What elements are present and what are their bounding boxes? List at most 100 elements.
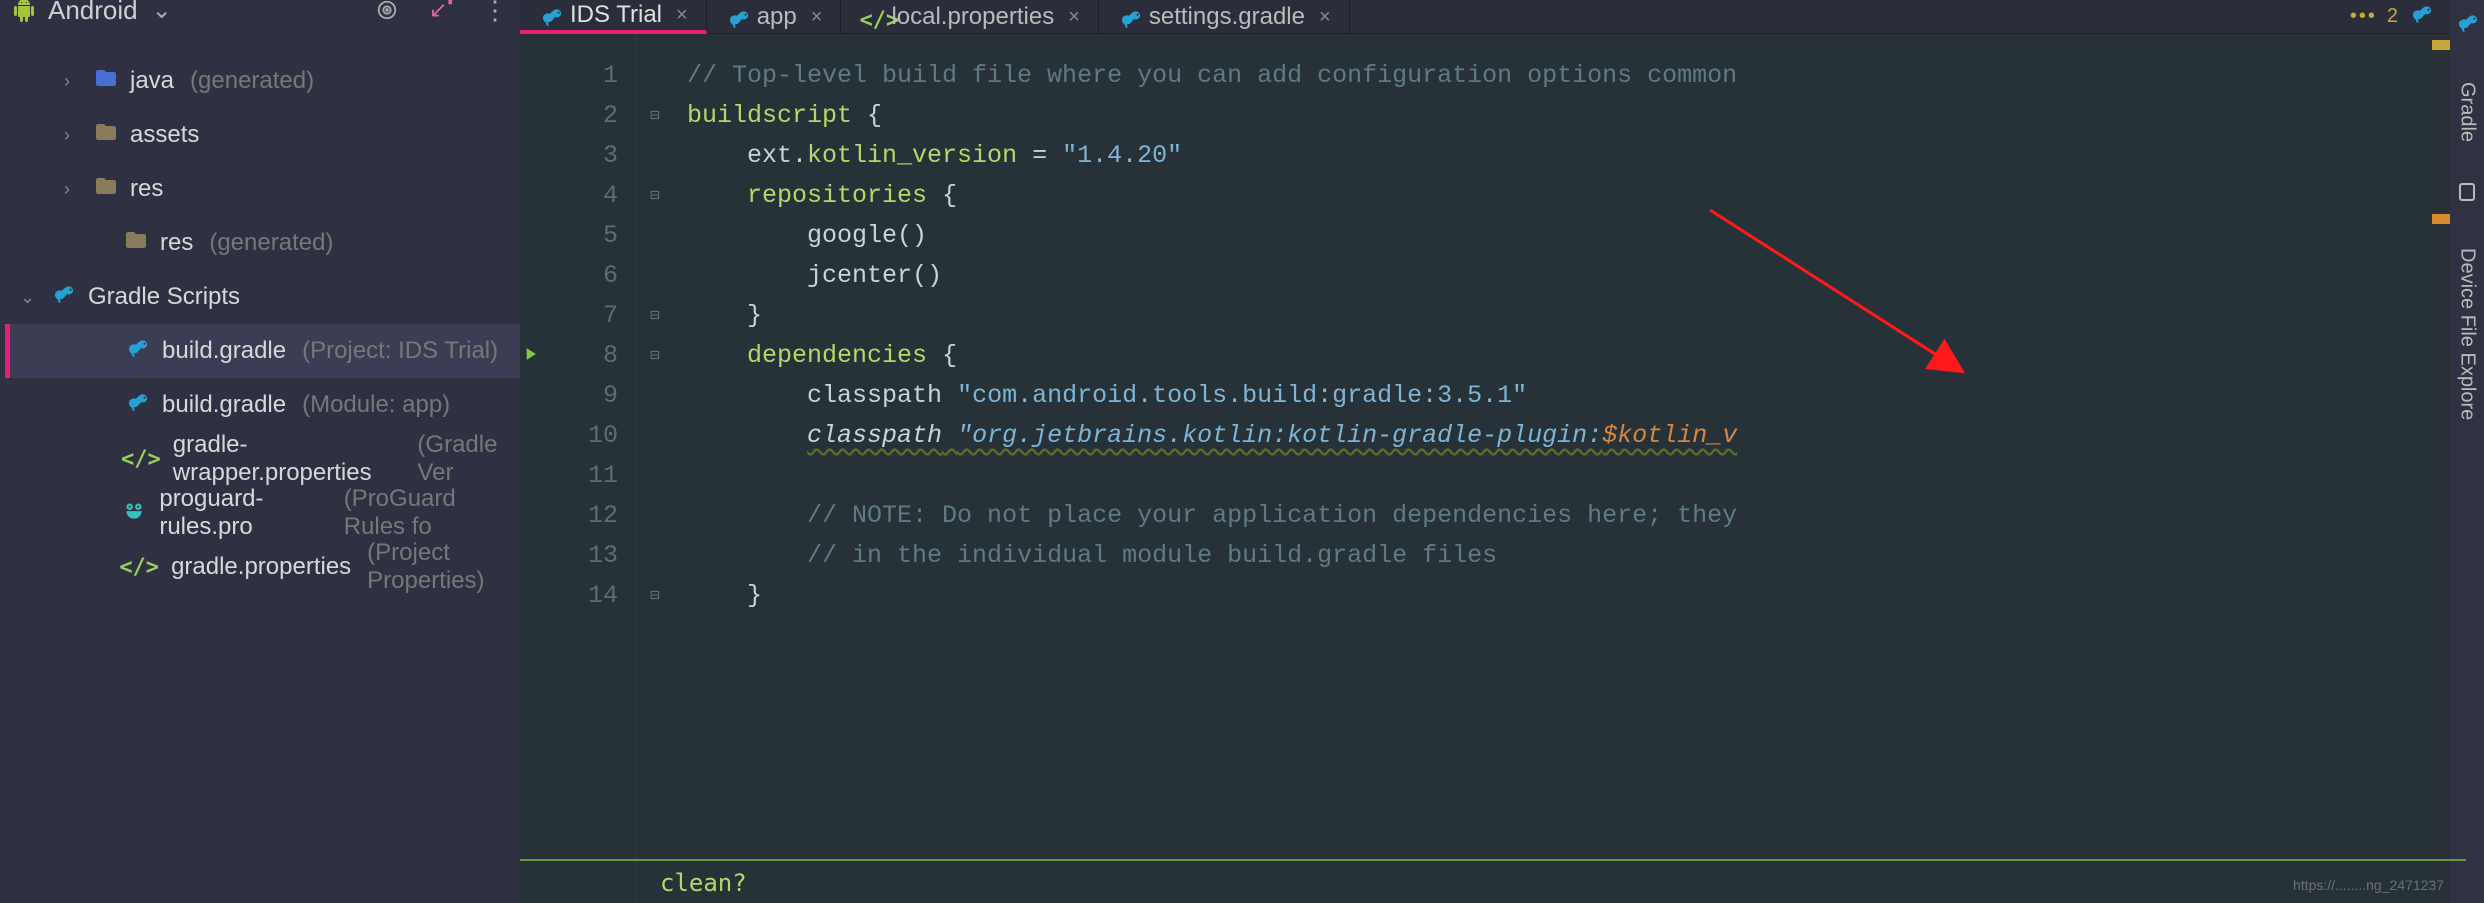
fold-toggle[interactable] <box>637 256 673 296</box>
fold-toggle[interactable] <box>637 376 673 416</box>
code-line[interactable]: classpath "org.jetbrains.kotlin:kotlin-g… <box>687 416 2436 456</box>
gradle-icon <box>124 335 150 368</box>
code-line[interactable] <box>687 456 2436 496</box>
code-line[interactable]: // in the individual module build.gradle… <box>687 536 2436 576</box>
gradle-icon <box>124 389 150 422</box>
tree-item-label: proguard-rules.pro <box>159 485 327 541</box>
line-number: 11 <box>552 456 618 496</box>
code-line[interactable]: ext.kotlin_version = "1.4.20" <box>687 136 2436 176</box>
fold-toggle[interactable]: ⊟ <box>637 176 673 216</box>
editor-tab[interactable]: IDS Trial × <box>520 0 707 34</box>
fold-toggle[interactable] <box>637 416 673 456</box>
code-line[interactable]: classpath "com.android.tools.build:gradl… <box>687 376 2436 416</box>
code-area[interactable]: // Top-level build file where you can ad… <box>673 34 2450 903</box>
line-number: 12 <box>552 496 618 536</box>
code-editor[interactable]: 1234567891011121314 ⊟⊟⊟⊟⊟ // Top-level b… <box>520 34 2450 903</box>
tree-arrow-icon: › <box>64 179 82 200</box>
project-tree: › java (generated) ›assets›resres(generated… <box>0 34 520 594</box>
code-line[interactable]: // NOTE: Do not place your application d… <box>687 496 2436 536</box>
run-marker <box>520 96 552 136</box>
run-marker <box>520 456 552 496</box>
more-icon[interactable]: ⋮ <box>482 0 508 23</box>
dock-tool[interactable]: Device File Explore <box>2456 238 2479 430</box>
project-sidebar: Android ⌄ ↙▮ ⋮ ›java(generated)›assets›r… <box>0 0 520 903</box>
tree-arrow-icon: › <box>64 125 82 146</box>
tree-item-label: gradle-wrapper.properties <box>173 431 402 487</box>
fold-toggle[interactable]: ⊟ <box>637 576 673 616</box>
tree-item-sublabel: (Project Properties) <box>367 539 520 595</box>
dock-tool[interactable]: Gradle <box>2456 72 2479 152</box>
tree-arrow-icon: › <box>64 71 82 92</box>
editor-tabs: IDS Trial×app×</>local.properties×settin… <box>520 0 2450 34</box>
run-marker <box>520 496 552 536</box>
android-icon <box>12 0 36 22</box>
tree-item-sublabel: (generated) <box>190 67 314 95</box>
line-number: 7 <box>552 296 618 336</box>
close-icon[interactable]: × <box>1068 6 1080 29</box>
target-icon[interactable] <box>374 0 400 23</box>
xml-icon: </> <box>121 445 161 473</box>
tree-item[interactable]: ›res <box>10 162 520 216</box>
code-line[interactable]: jcenter() <box>687 256 2436 296</box>
tree-item[interactable]: </> gradle-wrapper.properties (Gradle Ver <box>10 432 520 486</box>
gradle-icon[interactable] <box>2454 10 2480 42</box>
tree-item[interactable]: </>gradle.properties(Project Properties) <box>10 540 520 594</box>
fold-toggle[interactable] <box>637 216 673 256</box>
line-number: 6 <box>552 256 618 296</box>
folder-icon <box>124 228 148 259</box>
fold-toggle[interactable] <box>637 456 673 496</box>
tree-item[interactable]: ›assets <box>10 108 520 162</box>
code-line[interactable]: repositories { <box>687 176 2436 216</box>
run-marker <box>520 216 552 256</box>
tree-item[interactable]: build.gradle(Project: IDS Trial) <box>5 324 520 378</box>
code-line[interactable]: google() <box>687 216 2436 256</box>
code-line[interactable]: // Top-level build file where you can ad… <box>687 56 2436 96</box>
editor-tab[interactable]: settings.gradle× <box>1099 0 1350 34</box>
code-line[interactable]: buildscript { <box>687 96 2436 136</box>
fold-toggle[interactable] <box>637 496 673 536</box>
run-marker <box>520 416 552 456</box>
chevron-down-icon[interactable]: ⌄ <box>152 0 172 25</box>
tree-item[interactable]: ⌄Gradle Scripts <box>10 270 520 324</box>
code-line[interactable]: } <box>687 576 2436 616</box>
gradle-icon <box>538 4 560 26</box>
code-line[interactable]: dependencies { <box>687 336 2436 376</box>
tree-item-sublabel: (Gradle Ver <box>417 431 520 487</box>
editor-scrollbar[interactable] <box>2432 34 2450 903</box>
editor-pane: IDS Trial×app×</>local.properties×settin… <box>520 0 2450 903</box>
fold-toggle[interactable] <box>637 536 673 576</box>
run-marker[interactable] <box>520 336 552 376</box>
close-icon[interactable]: × <box>1319 6 1331 29</box>
run-marker <box>520 256 552 296</box>
right-tool-dock: Gradle Device File Explore <box>2450 0 2484 903</box>
editor-tab[interactable]: </>local.properties× <box>841 0 1098 34</box>
tree-item-label: java <box>130 67 174 95</box>
more-tabs-icon[interactable]: ••• <box>2350 5 2377 28</box>
close-icon[interactable]: × <box>676 4 688 27</box>
tree-item[interactable]: res(generated) <box>10 216 520 270</box>
fold-toggle[interactable]: ⊟ <box>637 296 673 336</box>
tab-label: IDS Trial <box>570 1 662 29</box>
close-icon[interactable]: × <box>811 6 823 29</box>
hidden-tabs-count: 2 <box>2387 5 2398 28</box>
code-line[interactable]: } <box>687 296 2436 336</box>
gradle-icon[interactable] <box>2408 1 2434 33</box>
tab-label: local.properties <box>891 3 1054 31</box>
tree-item[interactable]: build.gradle(Module: app) <box>10 378 520 432</box>
fold-toggle[interactable] <box>637 136 673 176</box>
tree-item[interactable]: › java (generated) <box>10 54 520 108</box>
tree-item-label: gradle.properties <box>171 553 351 581</box>
sidebar-view-title[interactable]: Android <box>48 0 138 26</box>
run-icon[interactable] <box>520 344 540 364</box>
fold-toggle[interactable]: ⊟ <box>637 336 673 376</box>
collapse-icon[interactable]: ↙▮ <box>428 0 454 23</box>
tree-item[interactable]: proguard-rules.pro (ProGuard Rules fo <box>10 486 520 540</box>
line-number: 10 <box>552 416 618 456</box>
tree-item-sublabel: (ProGuard Rules fo <box>344 485 520 541</box>
fold-toggle[interactable] <box>637 56 673 96</box>
folder-blue-icon <box>94 66 118 97</box>
fold-toggle[interactable]: ⊟ <box>637 96 673 136</box>
line-number: 4 <box>552 176 618 216</box>
editor-tab[interactable]: app× <box>707 0 842 34</box>
line-number: 1 <box>552 56 618 96</box>
